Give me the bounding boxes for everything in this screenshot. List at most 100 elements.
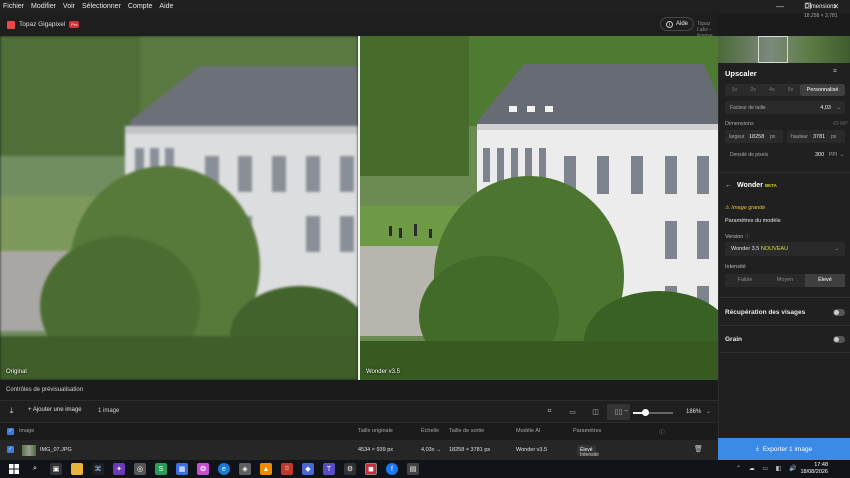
menu-compte[interactable]: Compte [128, 3, 153, 10]
add-image-button[interactable]: + Ajouter une image [28, 407, 82, 413]
scale-factor-value[interactable]: 4,03 [820, 105, 831, 111]
app-icon[interactable]: ⯐ [281, 463, 293, 475]
app-icon[interactable]: ▤ [407, 463, 419, 475]
menu-voir[interactable]: Voir [63, 3, 75, 10]
scale-4x[interactable]: 4x [763, 84, 782, 96]
clock-time: 17:48 [814, 462, 828, 468]
upscaled-preview[interactable] [359, 36, 718, 380]
col-original-size: Taille originale [358, 428, 393, 434]
density-unit: PPI [829, 152, 838, 158]
focus-view-icon[interactable]: ⌗ [538, 404, 561, 420]
settings-sidebar: Upscaler ⌗ 1x 2x 4x 6x Personnalisé Fact… [718, 63, 850, 460]
navigator-thumbnail[interactable] [718, 36, 850, 63]
select-all-checkbox[interactable]: ✓ [7, 428, 14, 435]
model-name: Wonder [737, 182, 763, 189]
menu-selectionner[interactable]: Sélectionner [82, 3, 121, 10]
chevron-down-icon[interactable]: ⌄ [837, 105, 841, 111]
version-select[interactable]: Wonder 3.5 NOUVEAU ⌄ [725, 242, 845, 256]
app-icon[interactable]: ▦ [176, 463, 188, 475]
help-label: Aide [676, 21, 689, 27]
upscaled-image [359, 36, 718, 380]
single-view-icon[interactable]: ▭ [561, 404, 584, 420]
original-preview[interactable] [0, 36, 358, 380]
download-icon[interactable]: ⤓ [6, 406, 17, 417]
facebook-icon[interactable]: f [386, 463, 398, 475]
width-value[interactable]: 18258 [749, 134, 764, 140]
height-value[interactable]: 3781 [813, 134, 825, 140]
app-icon[interactable]: ◈ [239, 463, 251, 475]
teams-icon[interactable]: T [323, 463, 335, 475]
split-view-icon[interactable]: ◫ [584, 404, 607, 420]
search-icon[interactable]: ⌕ [29, 463, 41, 475]
app-icon[interactable]: ◆ [302, 463, 314, 475]
app-icon[interactable]: ✦ [113, 463, 125, 475]
col-scale: Échelle [421, 428, 440, 434]
scale-1x[interactable]: 1x [725, 84, 744, 96]
app-icon[interactable]: ◎ [134, 463, 146, 475]
clock[interactable]: 17:48 18/08/2026 [800, 462, 828, 476]
app-icon[interactable]: ⚙ [344, 463, 356, 475]
zoom-out-icon[interactable]: − [624, 408, 628, 415]
system-tray[interactable]: ⌃ ☁ ▭ ◧ 🔊 [736, 465, 800, 472]
menu-fichier[interactable]: Fichier [3, 3, 24, 10]
col-model: Modèle AI [516, 428, 541, 434]
crop-icon[interactable]: ⌗ [833, 68, 837, 76]
scale-selector: 1x 2x 4x 6x Personnalisé [725, 84, 845, 96]
row-thumbnail [22, 445, 36, 456]
export-button[interactable]: ⤓ Exporter 1 image [718, 438, 850, 460]
model-header[interactable]: ← Wonder BETA [725, 182, 777, 189]
face-recovery-row: Récupération des visages [725, 309, 845, 316]
face-recovery-toggle[interactable] [833, 309, 845, 316]
windows-start-icon[interactable] [8, 463, 20, 475]
divider [719, 297, 850, 298]
help-button[interactable]: i Aide [660, 17, 695, 31]
chevron-down-icon[interactable]: ⌄ [706, 408, 711, 415]
chevron-down-icon: ⌄ [834, 246, 839, 252]
intensity-label: Intensité [725, 264, 746, 270]
export-label: Exporter 1 image [762, 445, 813, 453]
zoom-slider-handle[interactable] [642, 409, 649, 416]
grain-toggle[interactable] [833, 336, 845, 343]
task-view-icon[interactable]: ▣ [50, 463, 62, 475]
copilot-icon[interactable]: ❂ [197, 463, 209, 475]
back-arrow-icon[interactable]: ← [725, 182, 732, 189]
queue-table-header: ✓ Image Taille originale Échelle Taille … [0, 423, 718, 440]
gigapixel-icon[interactable]: ◼ [365, 463, 377, 475]
compare-divider[interactable] [358, 36, 360, 380]
row-model: Wonder v3.5 [516, 447, 548, 453]
scale-factor-field[interactable]: Facteur de taille 4,03 ⌄ [725, 101, 845, 114]
row-checkbox[interactable]: ✓ [7, 446, 14, 453]
app-icon[interactable]: S [155, 463, 167, 475]
navigator-viewport[interactable] [758, 36, 788, 63]
intensity-eleve[interactable]: Élevé [805, 274, 845, 287]
scale-2x[interactable]: 2x [744, 84, 763, 96]
intensity-faible[interactable]: Faible [725, 274, 765, 287]
density-field[interactable]: Densité de pixels 300 PPI ⌄ [725, 148, 845, 161]
minimize-button[interactable]: — [766, 0, 794, 13]
file-explorer-icon[interactable] [71, 463, 83, 475]
table-row[interactable]: ✓ IMG_07.JPG 4534 × 939 px 4,03x → 18258… [0, 440, 718, 460]
height-label: hauteur [791, 134, 808, 140]
intensity-moyen[interactable]: Moyen [765, 274, 805, 287]
preview-controls-bar[interactable]: Contrôles de prévisualisation [0, 380, 718, 401]
scale-6x[interactable]: 6x [781, 84, 800, 96]
trash-icon[interactable]: 🗑 [694, 445, 703, 453]
grain-row: Grain [725, 336, 845, 343]
vlc-icon[interactable]: ▲ [260, 463, 272, 475]
height-field[interactable]: hauteur 3781 px [787, 130, 845, 143]
intensity-selector: Faible Moyen Élevé [725, 274, 845, 287]
width-field[interactable]: largeur 18258 px [725, 130, 783, 143]
app-icon[interactable]: ⌘ [92, 463, 104, 475]
scale-custom[interactable]: Personnalisé [800, 84, 845, 96]
preview-area[interactable]: Original Wonder v3.5 [0, 36, 718, 380]
edge-icon[interactable]: e [218, 463, 230, 475]
warning-text: Image grande [731, 205, 766, 211]
height-unit: px [831, 134, 837, 140]
col-output-size: Taille de sortie [449, 428, 485, 434]
megapixels-value: 69 MP [833, 121, 848, 127]
zoom-slider[interactable] [633, 409, 673, 416]
chevron-down-icon[interactable]: ⌄ [840, 152, 844, 158]
menu-aide[interactable]: Aide [159, 3, 173, 10]
density-value[interactable]: 300 [815, 152, 824, 158]
menu-modifier[interactable]: Modifier [31, 3, 56, 10]
